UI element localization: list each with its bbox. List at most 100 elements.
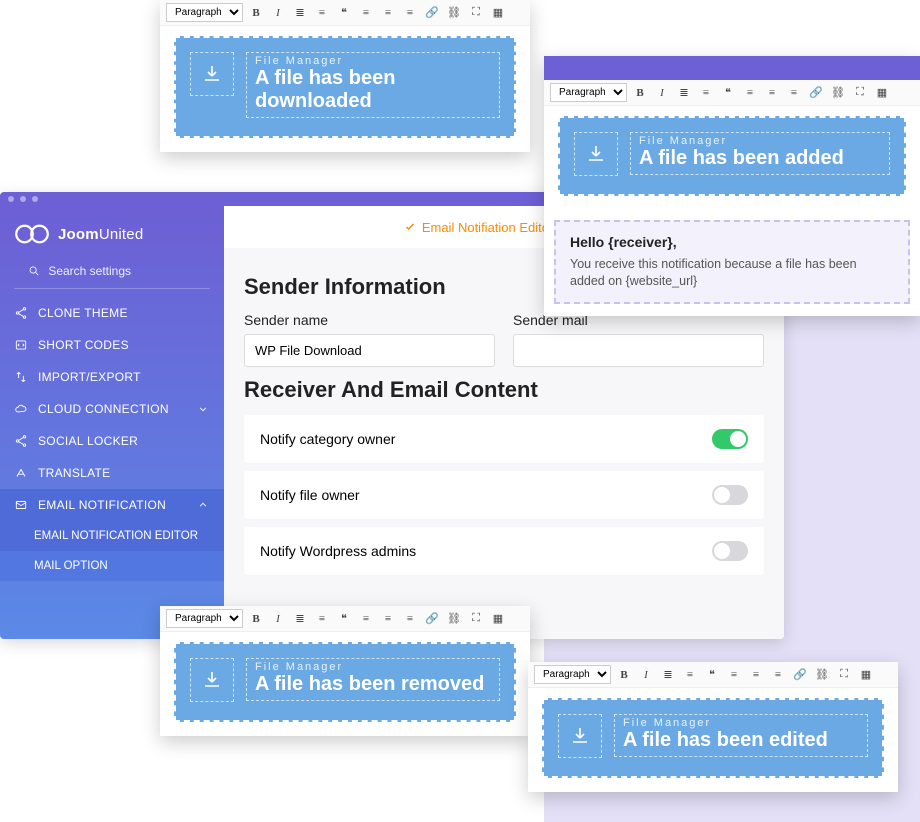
editor-float-edited: Paragraph B I ≣ ≡ ❝ ≡ ≡ ≡ 🔗 ⛓ ⛶ ▦ File M…	[528, 662, 898, 792]
link-button[interactable]: 🔗	[807, 84, 825, 102]
fullscreen-button[interactable]: ⛶	[467, 4, 485, 22]
unlink-button[interactable]: ⛓	[829, 84, 847, 102]
italic-button[interactable]: I	[653, 84, 671, 102]
notification-card: File Manager A file has been added	[558, 116, 906, 196]
editor-toolbar: Paragraph B I ≣ ≡ ❝ ≡ ≡ ≡ 🔗 ⛓ ⛶ ▦	[544, 80, 920, 106]
align-center-button[interactable]: ≡	[763, 84, 781, 102]
sidebar-item-label: IMPORT/EXPORT	[38, 370, 141, 384]
unlink-button[interactable]: ⛓	[445, 610, 463, 628]
quote-button[interactable]: ❝	[703, 666, 721, 684]
option-label: Notify file owner	[260, 487, 360, 503]
align-center-button[interactable]: ≡	[379, 4, 397, 22]
sidebar-item-import-export[interactable]: IMPORT/EXPORT	[0, 361, 224, 393]
italic-button[interactable]: I	[269, 610, 287, 628]
sender-mail-input[interactable]	[513, 334, 764, 367]
toggle-notify-wp-admins[interactable]	[712, 541, 748, 561]
ul-button[interactable]: ≣	[291, 610, 309, 628]
card-subtitle: File Manager	[639, 135, 881, 147]
link-button[interactable]: 🔗	[423, 4, 441, 22]
link-button[interactable]: 🔗	[423, 610, 441, 628]
align-right-button[interactable]: ≡	[769, 666, 787, 684]
quote-button[interactable]: ❝	[335, 4, 353, 22]
cloud-icon	[14, 402, 28, 416]
sidebar-item-label: SHORT CODES	[38, 338, 129, 352]
sidebar-item-translate[interactable]: TRANSLATE	[0, 457, 224, 489]
search-input[interactable]	[48, 264, 196, 278]
more-button[interactable]: ▦	[489, 610, 507, 628]
card-title: A file has been removed	[255, 673, 491, 696]
quote-button[interactable]: ❝	[335, 610, 353, 628]
toggle-notify-file-owner[interactable]	[712, 485, 748, 505]
fullscreen-button[interactable]: ⛶	[851, 84, 869, 102]
sidebar-sub-mail-option[interactable]: MAIL OPTION	[0, 551, 224, 581]
unlink-button[interactable]: ⛓	[813, 666, 831, 684]
sender-name-input[interactable]	[244, 334, 495, 367]
sidebar-item-label: SOCIAL LOCKER	[38, 434, 138, 448]
notification-card: File Manager A file has been edited	[542, 698, 884, 778]
card-subtitle: File Manager	[623, 717, 859, 729]
ol-button[interactable]: ≡	[313, 610, 331, 628]
bold-button[interactable]: B	[615, 666, 633, 684]
ul-button[interactable]: ≣	[675, 84, 693, 102]
sidebar-item-cloud-connection[interactable]: CLOUD CONNECTION	[0, 393, 224, 425]
card-title: A file has been edited	[623, 729, 859, 752]
translate-icon	[14, 466, 28, 480]
format-select[interactable]: Paragraph	[166, 609, 243, 628]
align-center-button[interactable]: ≡	[379, 610, 397, 628]
format-select[interactable]: Paragraph	[534, 665, 611, 684]
section-receiver-header: Receiver And Email Content	[244, 377, 764, 403]
bold-button[interactable]: B	[247, 610, 265, 628]
ol-button[interactable]: ≡	[697, 84, 715, 102]
brand-name: JoomUnited	[58, 226, 143, 243]
code-icon	[14, 338, 28, 352]
align-right-button[interactable]: ≡	[401, 610, 419, 628]
ol-button[interactable]: ≡	[313, 4, 331, 22]
toggle-notify-category-owner[interactable]	[712, 429, 748, 449]
fullscreen-button[interactable]: ⛶	[467, 610, 485, 628]
format-select[interactable]: Paragraph	[550, 83, 627, 102]
sidebar-item-short-codes[interactable]: SHORT CODES	[0, 329, 224, 361]
brand-logo-icon	[14, 222, 50, 246]
more-button[interactable]: ▦	[489, 4, 507, 22]
align-left-button[interactable]: ≡	[725, 666, 743, 684]
sidebar-item-label: CLOUD CONNECTION	[38, 402, 169, 416]
ol-button[interactable]: ≡	[681, 666, 699, 684]
align-left-button[interactable]: ≡	[357, 4, 375, 22]
sidebar-item-email-notification[interactable]: EMAIL NOTIFICATION	[0, 489, 224, 521]
sidebar-item-social-locker[interactable]: SOCIAL LOCKER	[0, 425, 224, 457]
fullscreen-button[interactable]: ⛶	[835, 666, 853, 684]
notification-card: File Manager A file has been downloaded	[174, 36, 516, 138]
ul-button[interactable]: ≣	[291, 4, 309, 22]
sidebar-sub-editor[interactable]: EMAIL NOTIFICATION EDITOR	[0, 521, 224, 551]
format-select[interactable]: Paragraph	[166, 3, 243, 22]
more-button[interactable]: ▦	[857, 666, 875, 684]
option-label: Notify Wordpress admins	[260, 543, 416, 559]
unlink-button[interactable]: ⛓	[445, 4, 463, 22]
chevron-up-icon	[196, 498, 210, 512]
quote-button[interactable]: ❝	[719, 84, 737, 102]
italic-button[interactable]: I	[637, 666, 655, 684]
sidebar-item-label: EMAIL NOTIFICATION	[38, 498, 166, 512]
align-left-button[interactable]: ≡	[357, 610, 375, 628]
align-right-button[interactable]: ≡	[401, 4, 419, 22]
mail-icon	[14, 498, 28, 512]
sidebar: JoomUnited CLONE THEME SHORT CODES IMPOR…	[0, 206, 224, 639]
link-button[interactable]: 🔗	[791, 666, 809, 684]
sidebar-item-clone-theme[interactable]: CLONE THEME	[0, 297, 224, 329]
align-right-button[interactable]: ≡	[785, 84, 803, 102]
more-button[interactable]: ▦	[873, 84, 891, 102]
sidebar-item-label: TRANSLATE	[38, 466, 111, 480]
bold-button[interactable]: B	[631, 84, 649, 102]
editor-float-removed: Paragraph B I ≣ ≡ ❝ ≡ ≡ ≡ 🔗 ⛓ ⛶ ▦ File M…	[160, 606, 530, 736]
italic-button[interactable]: I	[269, 4, 287, 22]
align-center-button[interactable]: ≡	[747, 666, 765, 684]
card-title: A file has been downloaded	[255, 67, 491, 113]
bold-button[interactable]: B	[247, 4, 265, 22]
window-dot	[20, 196, 26, 202]
ul-button[interactable]: ≣	[659, 666, 677, 684]
search-icon	[28, 264, 40, 278]
import-export-icon	[14, 370, 28, 384]
option-label: Notify category owner	[260, 431, 395, 447]
tab-email-editor[interactable]: Email Notifiation Editor	[404, 220, 554, 235]
align-left-button[interactable]: ≡	[741, 84, 759, 102]
